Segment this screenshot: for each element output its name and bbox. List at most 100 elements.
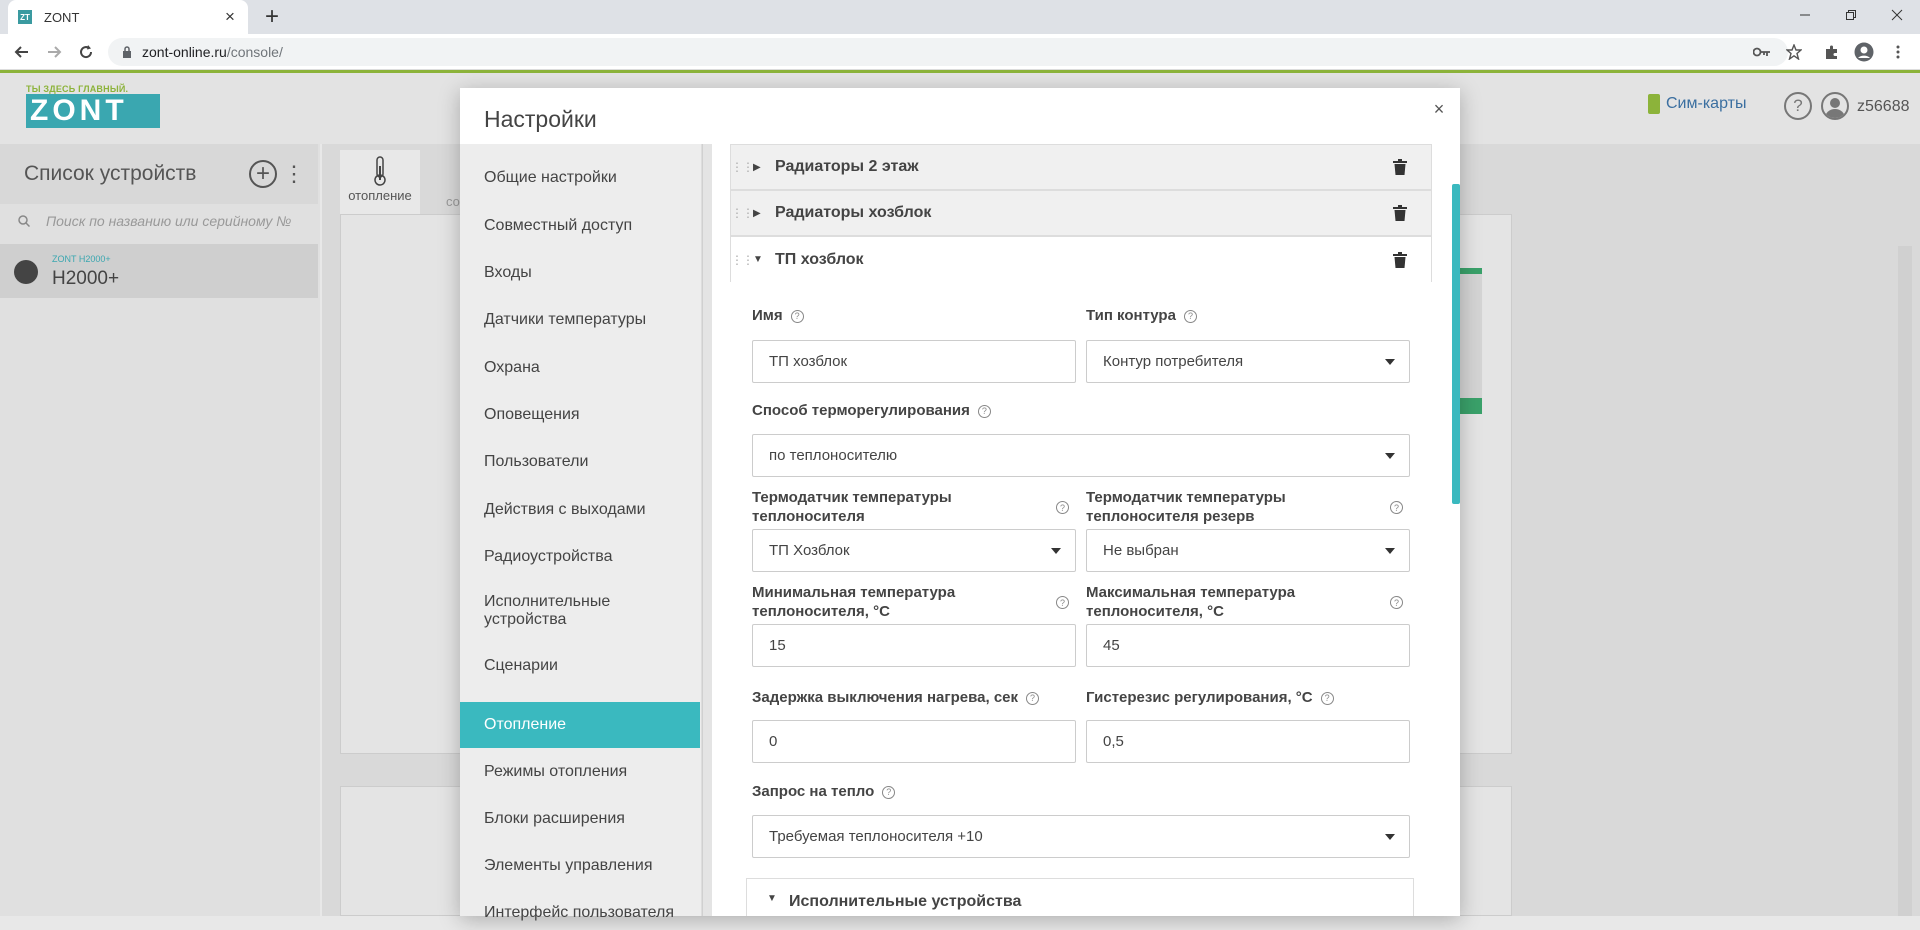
restore-icon[interactable]: [1828, 0, 1874, 30]
thermometer-icon: [374, 156, 386, 186]
help-icon[interactable]: ?: [1784, 92, 1812, 120]
user-avatar-icon[interactable]: [1821, 92, 1849, 120]
help-icon[interactable]: ?: [1320, 692, 1334, 705]
forward-arrow-icon[interactable]: [42, 40, 66, 64]
circuit-row[interactable]: ⋮⋮ ▶ Радиаторы хозблок: [730, 190, 1432, 236]
extensions-puzzle-icon[interactable]: [1820, 40, 1844, 64]
chevron-down-icon: [1385, 548, 1395, 554]
device-search-input[interactable]: Поиск по названию или серийному №: [0, 206, 318, 236]
lock-icon: [122, 46, 132, 58]
help-icon[interactable]: ?: [1056, 501, 1069, 514]
tab-heating-label: отопление: [348, 188, 412, 203]
bookmark-star-icon[interactable]: [1782, 40, 1806, 64]
sensor-label-line1: Термодатчик температуры: [752, 489, 952, 506]
menu-item-notifications[interactable]: Оповещения: [460, 392, 700, 438]
help-icon[interactable]: ?: [1183, 310, 1197, 323]
profile-avatar-icon[interactable]: [1852, 40, 1876, 64]
device-list-menu-icon[interactable]: ⋮: [283, 160, 305, 188]
url-field[interactable]: zont-online.ru/console/: [108, 38, 1788, 66]
menu-item-controls[interactable]: Элементы управления: [460, 842, 700, 890]
help-icon[interactable]: ?: [1390, 501, 1403, 514]
tab-heating[interactable]: отопление: [340, 150, 420, 214]
min-temp-label-line1: Минимальная температура: [752, 584, 956, 601]
circuit-type-value: Контур потребителя: [1103, 353, 1244, 370]
max-temp-input[interactable]: 45: [1086, 624, 1410, 667]
browser-menu-icon[interactable]: [1886, 40, 1910, 64]
sim-cards-label: Сим-карты: [1666, 95, 1747, 112]
help-icon[interactable]: ?: [882, 786, 896, 799]
reserve-sensor-select[interactable]: Не выбран: [1086, 529, 1410, 572]
drag-handle-icon[interactable]: ⋮⋮: [731, 207, 754, 219]
menu-item-security[interactable]: Охрана: [460, 344, 700, 392]
reserve-sensor-label: Термодатчик температуры теплоносителя рез…: [1086, 488, 1326, 526]
new-tab-plus-icon[interactable]: +: [258, 3, 286, 31]
reserve-sensor-value: Не выбран: [1103, 542, 1179, 559]
window-close-icon[interactable]: [1874, 0, 1920, 30]
menu-item-scenarios[interactable]: Сценарии: [460, 642, 700, 690]
delay-label-text: Задержка выключения нагрева, сек: [752, 689, 1019, 706]
menu-item-output-actions[interactable]: Действия с выходами: [460, 486, 700, 534]
drag-handle-icon[interactable]: ⋮⋮: [731, 161, 754, 173]
hysteresis-label: Гистерезис регулирования, °С?: [1086, 688, 1334, 707]
key-icon[interactable]: [1750, 40, 1774, 64]
min-temp-input[interactable]: 15: [752, 624, 1076, 667]
heating-content: ⋮⋮ ▶ Радиаторы 2 этаж ⋮⋮ ▶ Радиаторы хоз…: [730, 144, 1446, 916]
device-list-item[interactable]: ZONT H2000+ H2000+: [0, 244, 318, 298]
circuit-row-expanded[interactable]: ⋮⋮ ▼ ТП хозблок: [730, 236, 1432, 282]
circuit-type-select[interactable]: Контур потребителя: [1086, 340, 1410, 383]
max-temp-label-line2: теплоносителя, °С: [1086, 603, 1224, 620]
menu-item-inputs[interactable]: Входы: [460, 250, 700, 296]
help-icon[interactable]: ?: [1056, 596, 1069, 609]
sim-card-icon: [1648, 94, 1660, 114]
menu-item-heating[interactable]: Отопление: [460, 702, 700, 748]
back-arrow-icon[interactable]: [10, 40, 34, 64]
menu-item-shared-access[interactable]: Совместный доступ: [460, 202, 700, 250]
help-icon[interactable]: ?: [977, 405, 991, 418]
browser-tab[interactable]: ZT ZONT ×: [8, 0, 248, 34]
menu-item-temp-sensors[interactable]: Датчики температуры: [460, 296, 700, 344]
add-device-plus-icon[interactable]: +: [249, 160, 277, 188]
sensor-label: Термодатчик температуры теплоносителя: [752, 488, 992, 526]
menu-item-expansion-blocks[interactable]: Блоки расширения: [460, 796, 700, 842]
menu-item-actuators[interactable]: Исполнительные устройства: [460, 580, 700, 642]
reload-icon[interactable]: [74, 40, 98, 64]
menu-item-user-interface[interactable]: Интерфейс пользователя: [460, 890, 700, 930]
zont-logo[interactable]: ТЫ ЗДЕСЬ ГЛАВНЫЙ. ZONT: [26, 84, 160, 130]
heat-request-label: Запрос на тепло?: [752, 782, 896, 801]
trash-icon[interactable]: [1391, 158, 1409, 176]
help-icon[interactable]: ?: [1390, 596, 1403, 609]
menu-item-heating-modes[interactable]: Режимы отопления: [460, 748, 700, 796]
heat-request-select[interactable]: Требуемая теплоносителя +10: [752, 815, 1410, 858]
modal-scrollbar[interactable]: [1452, 184, 1460, 504]
trash-icon[interactable]: [1391, 251, 1409, 269]
help-icon[interactable]: ?: [1026, 692, 1040, 705]
device-model: ZONT H2000+: [52, 254, 111, 264]
page-scrollbar[interactable]: [1898, 246, 1912, 916]
name-input[interactable]: ТП хозблок: [752, 340, 1076, 383]
tab-next-label[interactable]: со: [446, 194, 460, 209]
sensor-label-line2: теплоносителя: [752, 508, 865, 525]
regulation-select[interactable]: по теплоносителю: [752, 434, 1410, 477]
minimize-icon[interactable]: [1782, 0, 1828, 30]
chevron-down-icon: [1385, 359, 1395, 365]
delay-input[interactable]: 0: [752, 720, 1076, 763]
trash-icon[interactable]: [1391, 204, 1409, 222]
menu-item-radio-devices[interactable]: Радиоустройства: [460, 534, 700, 580]
help-icon[interactable]: ?: [790, 310, 804, 323]
menu-item-users[interactable]: Пользователи: [460, 438, 700, 486]
menu-item-general[interactable]: Общие настройки: [460, 154, 700, 202]
sensor-select[interactable]: ТП Хозблок: [752, 529, 1076, 572]
tab-title: ZONT: [44, 9, 80, 25]
regulation-label: Способ терморегулирования?: [752, 401, 991, 420]
actuators-subsection[interactable]: ▼ Исполнительные устройства: [746, 878, 1414, 916]
modal-close-icon[interactable]: ×: [1428, 98, 1450, 120]
circuit-type-label-text: Тип контура: [1086, 307, 1176, 324]
hysteresis-input[interactable]: 0,5: [1086, 720, 1410, 763]
username[interactable]: z56688: [1857, 98, 1910, 116]
circuit-row[interactable]: ⋮⋮ ▶ Радиаторы 2 этаж: [730, 144, 1432, 190]
tab-close-icon[interactable]: ×: [222, 7, 238, 26]
background-widget: [1458, 268, 1482, 414]
drag-handle-icon[interactable]: ⋮⋮: [731, 254, 754, 266]
sim-cards-link[interactable]: Сим-карты: [1648, 94, 1746, 114]
menu-scrollbar[interactable]: [702, 144, 712, 916]
